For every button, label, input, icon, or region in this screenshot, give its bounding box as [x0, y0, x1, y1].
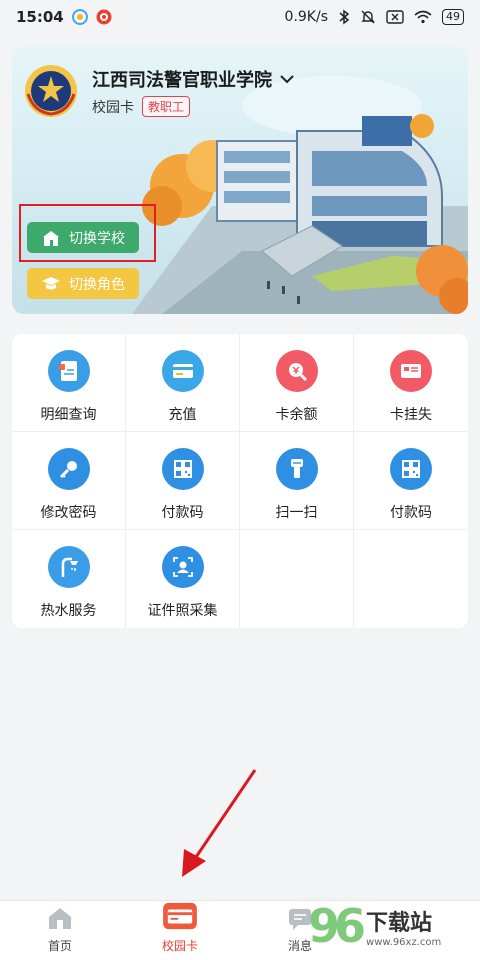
watermark-digits: 96: [308, 899, 366, 953]
report-loss-icon: [390, 350, 432, 392]
function-grid: 明细查询 充值 卡余额 卡挂失 修改密码 付款码 扫一扫 付款码 热水服务 证件…: [12, 334, 468, 628]
balance-search-icon: [275, 350, 318, 392]
school-name: 江西司法警官职业学院: [92, 70, 272, 91]
school-card: 江西司法警官职业学院 校园卡 教职工 切换学校 切换角色: [12, 46, 468, 314]
grid-item-report-loss[interactable]: 卡挂失: [354, 334, 468, 432]
grid-label: 修改密码: [40, 505, 97, 521]
switch-role-button[interactable]: 切换角色: [27, 268, 139, 299]
nav-home-label: 首页: [47, 939, 72, 953]
scanner-icon: [275, 448, 318, 490]
grid-item-change-password[interactable]: 修改密码: [12, 432, 126, 530]
campus-card-icon: [163, 902, 197, 930]
grid-label: 卡余额: [275, 407, 318, 423]
home-icon: [49, 908, 71, 929]
grid-label: 证件照采集: [147, 603, 218, 619]
switch-school-button[interactable]: 切换学校: [27, 222, 139, 253]
shower-icon: [47, 546, 90, 588]
graduation-cap-icon: [42, 276, 60, 289]
card-info-row: 校园卡 教职工: [92, 96, 191, 117]
grid-item-payment-code[interactable]: 付款码: [126, 432, 240, 530]
qr-code-icon: [161, 448, 204, 490]
school-building-icon: [43, 230, 59, 246]
grid-label: 卡挂失: [390, 407, 432, 423]
grid-label: 热水服务: [40, 603, 97, 619]
grid-item-detail-query[interactable]: 明细查询: [12, 334, 126, 432]
school-selector[interactable]: 江西司法警官职业学院: [92, 66, 296, 92]
grid-label: 明细查询: [40, 407, 97, 423]
status-bar: 15:04 0.9K/s 49: [0, 0, 480, 34]
qr-code-icon: [390, 448, 432, 490]
grid-item-recharge[interactable]: 充值: [126, 334, 240, 432]
grid-item-id-photo[interactable]: 证件照采集: [126, 530, 240, 628]
annotation-arrow: [182, 769, 257, 877]
key-icon: [47, 448, 90, 490]
grid-empty-cell: [354, 530, 468, 628]
nav-home[interactable]: 首页: [0, 901, 120, 960]
no-sim-icon: [386, 10, 404, 24]
grid-label: 付款码: [390, 505, 432, 521]
grid-item-hot-water[interactable]: 热水服务: [12, 530, 126, 628]
detail-query-icon: [47, 350, 90, 392]
network-speed: 0.9K/s: [284, 9, 328, 25]
switch-role-label: 切换角色: [69, 276, 125, 293]
grid-label: 充值: [168, 407, 197, 423]
card-type-label: 校园卡: [92, 99, 134, 116]
chevron-down-icon: [280, 75, 294, 84]
nav-campus-card[interactable]: 校园卡: [120, 901, 240, 960]
grid-label: 扫一扫: [275, 505, 318, 521]
bluetooth-icon: [339, 9, 350, 25]
photo-capture-icon: [161, 546, 204, 588]
status-time: 15:04: [16, 8, 64, 26]
grid-item-balance[interactable]: 卡余额: [240, 334, 354, 432]
mute-icon: [361, 10, 375, 24]
battery-indicator: 49: [442, 9, 464, 25]
police-emblem-logo: [25, 65, 77, 117]
switch-school-label: 切换学校: [69, 230, 125, 247]
watermark-logo: 96 下载站 www.96xz.com: [308, 892, 480, 960]
recharge-card-icon: [161, 350, 204, 392]
grid-item-payment-code-2[interactable]: 付款码: [354, 432, 468, 530]
grid-label: 付款码: [161, 505, 204, 521]
watermark-url: www.96xz.com: [366, 936, 442, 948]
grid-empty-cell: [240, 530, 354, 628]
app-notification-icon-2: [96, 9, 112, 25]
wifi-icon: [414, 10, 432, 24]
nav-campus-card-label: 校园卡: [161, 939, 198, 953]
role-badge: 教职工: [142, 96, 191, 117]
watermark-title: 下载站: [366, 910, 433, 936]
app-notification-icon: [71, 9, 88, 25]
grid-item-scan[interactable]: 扫一扫: [240, 432, 354, 530]
